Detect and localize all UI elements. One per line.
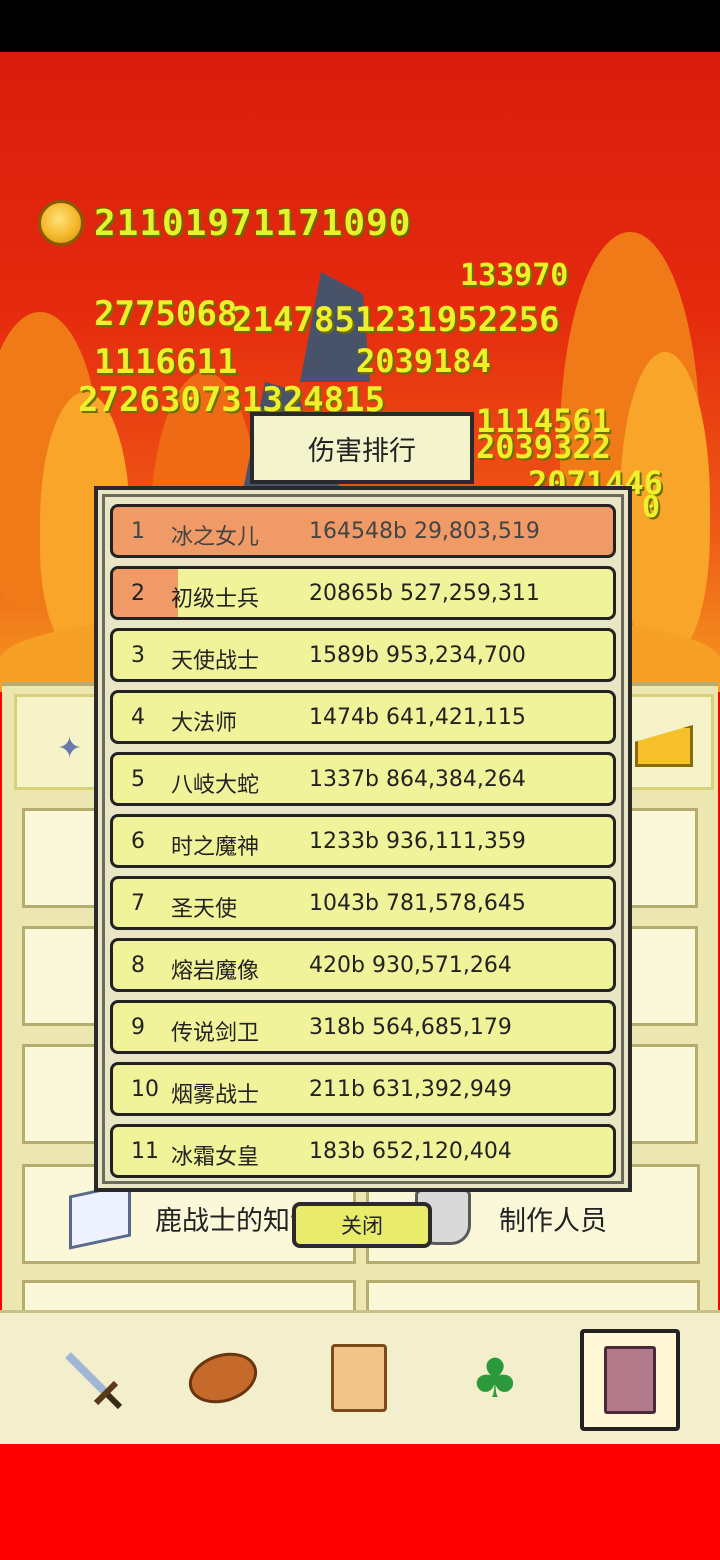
damage-number: 0 [642, 490, 661, 525]
clover-icon: ♣ [470, 1346, 520, 1410]
damage-number: 2775068 [94, 294, 238, 334]
bread-icon [182, 1344, 264, 1412]
hero-name: 大法师 [171, 711, 238, 736]
rank-number: 9 [131, 1015, 145, 1040]
cheese-icon [635, 725, 693, 767]
hero-name: 圣天使 [171, 897, 238, 922]
fish-icon: ✦ [57, 731, 83, 766]
ranking-row[interactable]: 11 冰霜女皇 183b 652,120,404 [110, 1124, 616, 1178]
ranking-row[interactable]: 10 烟雾战士 211b 631,392,949 [110, 1062, 616, 1116]
rank-number: 2 [131, 581, 145, 606]
gold-coin-icon [38, 200, 84, 246]
credits-label: 制作人员 [499, 1206, 607, 1237]
rank-number: 10 [131, 1077, 159, 1102]
damage-value: 1043b 781,578,645 [309, 891, 526, 916]
damage-value: 1337b 864,384,264 [309, 767, 526, 792]
menu-slot[interactable] [22, 808, 102, 908]
hero-name: 传说剑卫 [171, 1021, 260, 1046]
hero-name: 冰之女儿 [171, 525, 260, 550]
rank-number: 8 [131, 953, 145, 978]
ranking-row[interactable]: 9 传说剑卫 318b 564,685,179 [110, 1000, 616, 1054]
menu-slot[interactable] [622, 1044, 698, 1144]
ranking-row[interactable]: 1 冰之女儿 164548b 29,803,519 [110, 504, 616, 558]
damage-number: 1116611 [94, 342, 238, 382]
hero-name: 初级士兵 [171, 587, 260, 612]
damage-value: 20865b 527,259,311 [309, 581, 540, 606]
rank-number: 11 [131, 1139, 159, 1164]
menu-slot[interactable] [622, 926, 698, 1026]
hero-name: 烟雾战士 [171, 1083, 260, 1108]
menu-slot[interactable] [22, 1044, 102, 1144]
nav-food[interactable] [180, 1335, 266, 1421]
nav-quests[interactable] [316, 1335, 402, 1421]
hero-name: 八岐大蛇 [171, 773, 260, 798]
ranking-row[interactable]: 3 天使战士 1589b 953,234,700 [110, 628, 616, 682]
flame-decoration [620, 352, 710, 652]
hero-name: 熔岩魔像 [171, 959, 260, 984]
damage-value: 211b 631,392,949 [309, 1077, 512, 1102]
damage-value: 318b 564,685,179 [309, 1015, 512, 1040]
status-bar [0, 0, 720, 52]
damage-number: 2039184 [356, 342, 491, 380]
nav-book[interactable] [580, 1329, 680, 1431]
damage-value: 1474b 641,421,115 [309, 705, 526, 730]
nav-weapons[interactable] [48, 1335, 134, 1421]
rank-number: 6 [131, 829, 145, 854]
gold-counter: 21101971171090 [38, 200, 411, 246]
menu-slot[interactable] [622, 808, 698, 908]
damage-number: 2147851231952256 [232, 300, 560, 340]
damage-value: 164548b 29,803,519 [309, 519, 540, 544]
menu-slot[interactable] [22, 926, 102, 1026]
rank-number: 7 [131, 891, 145, 916]
hero-name: 冰霜女皇 [171, 1145, 260, 1170]
ranking-row[interactable]: 4 大法师 1474b 641,421,115 [110, 690, 616, 744]
bottom-navigation: ♣ [0, 1310, 720, 1445]
ranking-row[interactable]: 5 八岐大蛇 1337b 864,384,264 [110, 752, 616, 806]
ranking-row[interactable]: 6 时之魔神 1233b 936,111,359 [110, 814, 616, 868]
close-button[interactable]: 关闭 [292, 1202, 432, 1248]
damage-value: 1233b 936,111,359 [309, 829, 526, 854]
damage-value: 420b 930,571,264 [309, 953, 512, 978]
rank-number: 1 [131, 519, 145, 544]
dialog-title: 伤害排行 [250, 412, 474, 484]
rank-number: 3 [131, 643, 145, 668]
scroll-icon [331, 1344, 387, 1412]
hero-name: 天使战士 [171, 649, 260, 674]
book-icon [604, 1346, 656, 1414]
ranking-row[interactable]: 7 圣天使 1043b 781,578,645 [110, 876, 616, 930]
ranking-row[interactable]: 2 初级士兵 20865b 527,259,311 [110, 566, 616, 620]
damage-number: 133970 [460, 258, 569, 293]
gold-amount: 21101971171090 [94, 202, 412, 244]
bottom-bar [0, 1444, 720, 1560]
damage-value: 1589b 953,234,700 [309, 643, 526, 668]
book-open-icon [69, 1182, 131, 1250]
sword-icon [65, 1352, 123, 1410]
nav-luck[interactable]: ♣ [452, 1335, 538, 1421]
damage-bar [113, 569, 178, 617]
ranking-row[interactable]: 8 熔岩魔像 420b 930,571,264 [110, 938, 616, 992]
hero-name: 时之魔神 [171, 835, 260, 860]
rank-number: 4 [131, 705, 145, 730]
damage-number: 2039322 [476, 428, 611, 466]
rank-number: 5 [131, 767, 145, 792]
damage-value: 183b 652,120,404 [309, 1139, 512, 1164]
